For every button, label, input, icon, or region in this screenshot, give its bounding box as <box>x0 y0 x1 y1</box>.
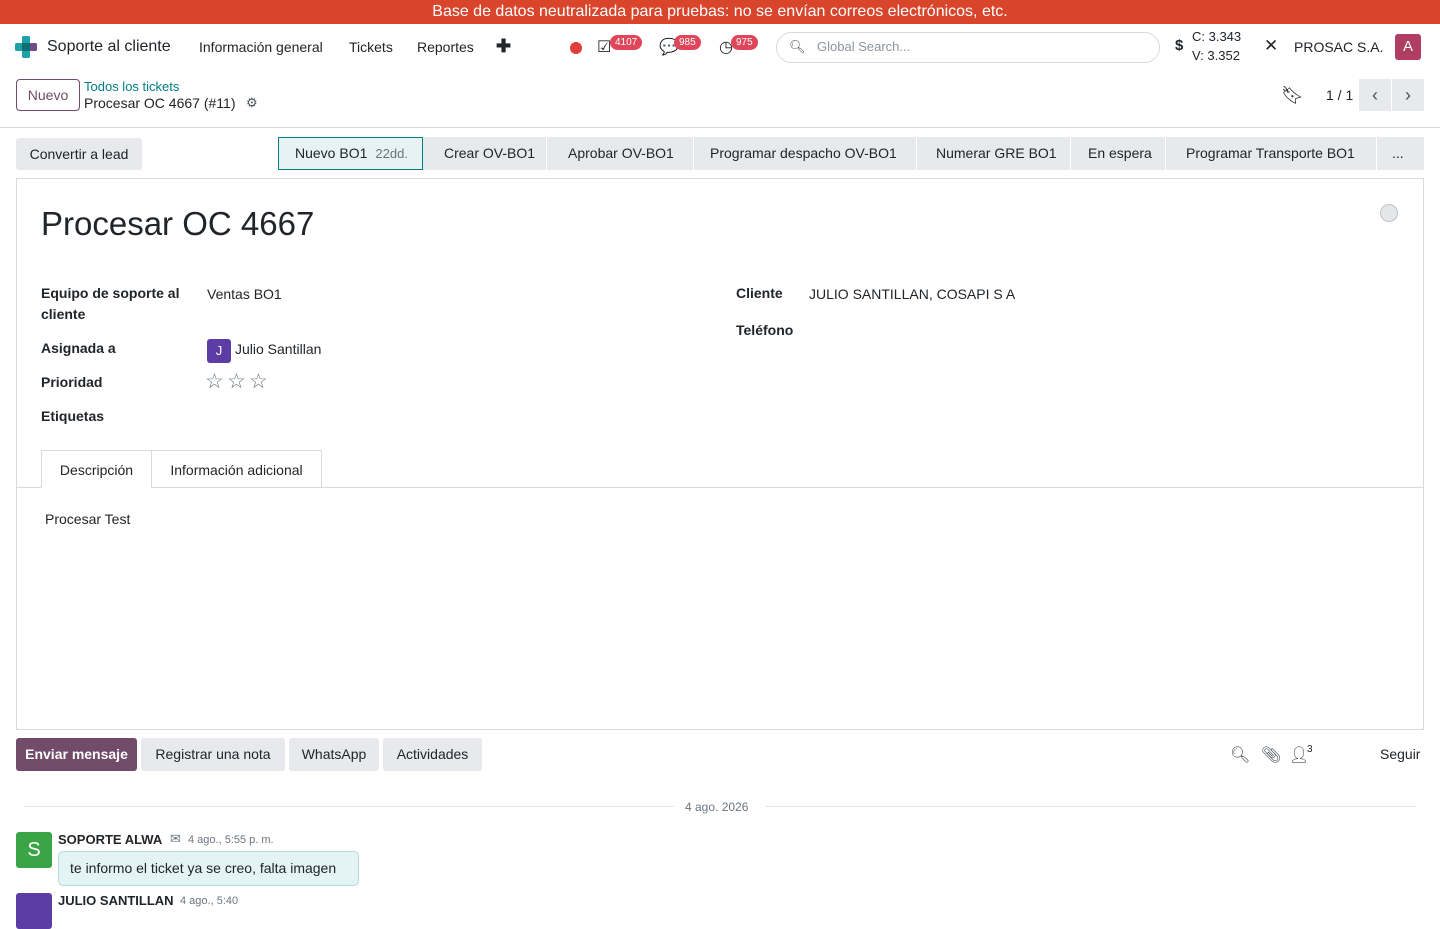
team-label-line2: cliente <box>41 306 86 322</box>
messages-badge: 985 <box>674 35 701 50</box>
team-label: Equipo de soporte al cliente <box>41 283 179 325</box>
follow-button[interactable]: Seguir <box>1380 746 1420 762</box>
stage-crear-ov[interactable]: Crear OV-BO1 <box>444 137 535 170</box>
stage-numerar-gre[interactable]: Numerar GRE BO1 <box>936 137 1057 170</box>
form-sheet: Procesar OC 4667 Equipo de soporte al cl… <box>16 178 1424 730</box>
global-search[interactable]: 🔍︎ <box>776 32 1160 63</box>
message-timestamp: 4 ago., 5:40 <box>180 895 239 907</box>
exchange-rate-sell: V: 3.352 <box>1192 48 1240 63</box>
stage-programar-transporte[interactable]: Programar Transporte BO1 <box>1186 137 1355 170</box>
search-icon[interactable]: 🔍︎ <box>1230 745 1250 765</box>
record-dot-icon[interactable] <box>570 42 582 54</box>
paperclip-icon[interactable]: 📎︎ <box>1261 745 1281 765</box>
top-navbar: Soporte al cliente Información general T… <box>0 24 1440 70</box>
tags-label: Etiquetas <box>41 408 105 424</box>
app-name[interactable]: Soporte al cliente <box>47 38 171 56</box>
stage-separator <box>1376 137 1377 170</box>
star-icon[interactable]: ☆ <box>205 369 224 394</box>
app-logo-icon[interactable] <box>15 36 37 58</box>
tools-icon[interactable]: ✕ <box>1264 36 1278 56</box>
stage-days-counter: 22dd. <box>375 146 408 161</box>
activities-button[interactable]: Actividades <box>383 738 482 771</box>
phone-label: Teléfono <box>736 322 794 338</box>
menu-tickets[interactable]: Tickets <box>349 39 393 55</box>
ticket-title[interactable]: Procesar OC 4667 <box>41 205 314 243</box>
stage-programar-despacho[interactable]: Programar despacho OV-BO1 <box>710 137 897 170</box>
test-database-banner: Base de datos neutralizada para pruebas:… <box>0 0 1440 24</box>
message-author[interactable]: SOPORTE ALWA <box>58 832 162 847</box>
followers-count: 3 <box>1307 744 1313 755</box>
message-author[interactable]: JULIO SANTILLAN <box>58 893 174 908</box>
search-icon: 🔍︎ <box>789 39 806 54</box>
whatsapp-button[interactable]: WhatsApp <box>289 738 379 771</box>
team-label-line1: Equipo de soporte al <box>41 285 180 301</box>
stage-more-button[interactable]: ... <box>1392 137 1404 170</box>
message-timestamp: 4 ago., 5:55 p. m. <box>188 834 274 846</box>
bookmark-icon[interactable]: 🔖︎ <box>1281 85 1304 106</box>
priority-label: Prioridad <box>41 374 103 390</box>
stage-nuevo-bo1[interactable]: Nuevo BO1 22dd. <box>295 137 408 170</box>
date-separator-line <box>24 806 674 807</box>
gear-icon[interactable]: ⚙ <box>246 95 258 111</box>
stage-aprobar-ov[interactable]: Aprobar OV-BO1 <box>568 137 674 170</box>
kanban-state-icon[interactable] <box>1380 204 1398 222</box>
message-body: te informo el ticket ya se creo, falta i… <box>58 851 359 886</box>
menu-reports[interactable]: Reportes <box>417 39 474 55</box>
stage-separator <box>1165 137 1166 170</box>
clock-badge: 975 <box>731 35 758 50</box>
stage-statusbar: Nuevo BO1 22dd. Crear OV-BO1 Aprobar OV-B… <box>278 137 1424 170</box>
log-note-button[interactable]: Registrar una nota <box>141 738 285 771</box>
global-search-input[interactable] <box>817 39 1137 54</box>
stage-label: Nuevo BO1 <box>295 145 368 161</box>
pager-next-button[interactable]: › <box>1392 79 1424 111</box>
star-icon[interactable]: ☆ <box>249 369 268 394</box>
menu-general-info[interactable]: Información general <box>199 39 323 55</box>
stage-separator <box>693 137 694 170</box>
pager-previous-button[interactable]: ‹ <box>1359 79 1391 111</box>
convert-to-lead-button[interactable]: Convertir a lead <box>16 138 142 170</box>
stage-separator <box>546 137 547 170</box>
customer-label: Cliente <box>736 285 783 301</box>
control-panel-divider <box>0 127 1440 128</box>
plus-icon[interactable]: ✚ <box>496 36 511 57</box>
stage-en-espera[interactable]: En espera <box>1088 137 1152 170</box>
activity-badge: 4107 <box>610 35 643 50</box>
date-separator: 4 ago. 2026 <box>685 800 749 814</box>
breadcrumb-all-tickets[interactable]: Todos los tickets <box>84 79 179 94</box>
assignee-avatar: J <box>207 339 231 363</box>
company-switcher[interactable]: PROSAC S.A. <box>1294 39 1383 55</box>
new-button[interactable]: Nuevo <box>16 79 80 111</box>
message-author-avatar[interactable]: S <box>16 832 52 868</box>
date-separator-line <box>765 806 1416 807</box>
send-message-button[interactable]: Enviar mensaje <box>16 738 137 771</box>
message-author-avatar[interactable] <box>16 893 52 929</box>
user-avatar[interactable]: A <box>1395 34 1421 60</box>
assigned-field[interactable]: Julio Santillan <box>235 341 321 357</box>
star-icon[interactable]: ☆ <box>227 369 246 394</box>
breadcrumb-current-record: Procesar OC 4667 (#11) <box>84 95 236 111</box>
stage-separator <box>916 137 917 170</box>
assigned-label: Asignada a <box>41 340 116 356</box>
exchange-rate-buy: C: 3.343 <box>1192 29 1242 44</box>
tab-description[interactable]: Descripción <box>41 450 152 488</box>
pager-value[interactable]: 1 / 1 <box>1326 87 1353 103</box>
team-field[interactable]: Ventas BO1 <box>207 286 282 302</box>
dollar-icon: $ <box>1175 37 1184 54</box>
tab-additional-info[interactable]: Información adicional <box>151 450 322 488</box>
description-field[interactable]: Procesar Test <box>45 511 130 527</box>
stage-separator <box>1070 137 1071 170</box>
customer-field[interactable]: JULIO SANTILLAN, COSAPI S A <box>809 286 1015 302</box>
envelope-icon: ✉ <box>170 831 181 846</box>
